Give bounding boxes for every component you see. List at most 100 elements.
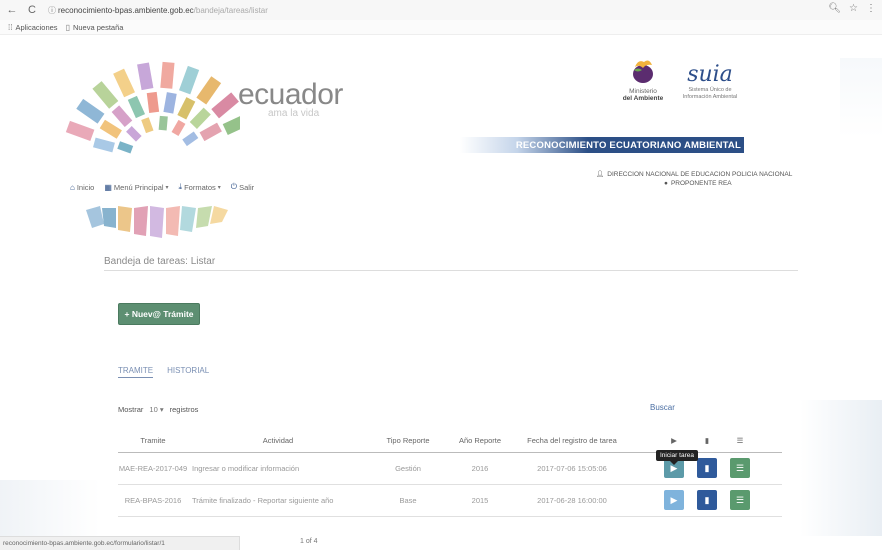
suia-logo-text: suia <box>687 62 733 87</box>
tab-historial[interactable]: HISTORIAL <box>167 366 209 378</box>
document-icon: ▮ <box>704 494 710 505</box>
play-icon: ▶ <box>670 494 678 505</box>
menu-formatos[interactable]: ⤓ Formatos ▾ <box>179 182 221 192</box>
cell-tramite: MAE-REA-2017-049 <box>118 452 188 485</box>
tabs: TRAMITE HISTORIAL <box>118 366 209 378</box>
power-icon: ⏻ <box>230 182 238 191</box>
col-acciones: ▶ ▮ ☰ <box>632 430 782 453</box>
tasks-table: Tramite Actividad Tipo Reporte Año Repor… <box>118 430 782 517</box>
cell-tipo: Gestión <box>368 452 448 485</box>
cell-anio: 2015 <box>448 484 512 517</box>
caret-down-icon: ▾ <box>217 184 221 191</box>
new-tramite-button[interactable]: + Nuev@ Trámite <box>118 303 200 325</box>
menu-formatos-label: Formatos <box>184 182 216 192</box>
list-icon: ☰ <box>735 494 745 505</box>
user-icon: 👤︎ <box>596 171 605 178</box>
search-label: Buscar <box>650 403 675 412</box>
kebab-menu-icon[interactable]: ⋮ <box>866 3 876 14</box>
menu-salir[interactable]: ⏻ Salir <box>231 182 254 192</box>
apps-grid-icon: ⁞⁞ <box>8 22 13 32</box>
view-document-button[interactable]: ▮ <box>697 458 717 478</box>
bookmark-apps-label: Aplicaciones <box>15 22 58 32</box>
main-menu: ⌂ Inicio ▦ Menú Principal ▾ ⤓ Formatos ▾… <box>70 182 254 192</box>
system-banner: RECONOCIMIENTO ECUATORIANO AMBIENTAL <box>460 137 744 153</box>
cell-actividad: Trámite finalizado - Reportar siguiente … <box>188 484 368 517</box>
cell-actividad: Ingresar o modificar información <box>188 452 368 485</box>
ministry-line1: Ministerio <box>629 88 657 95</box>
list-icon: ☰ <box>735 462 745 473</box>
institution-name: DIRECCION NACIONAL DE EDUCACION POLICIA … <box>607 171 793 178</box>
cell-fecha: 2017-07-06 15:05:06 <box>512 452 632 485</box>
row-actions: ▶ ▮ ☰ <box>632 458 782 478</box>
start-task-tooltip: Iniciar tarea <box>656 450 698 465</box>
browser-actions: 🔍︎ ☆ ⋮ <box>828 3 876 14</box>
col-actividad[interactable]: Actividad <box>188 430 368 453</box>
menu-inicio[interactable]: ⌂ Inicio <box>70 183 94 192</box>
ecuador-logo <box>65 61 240 154</box>
url-path: /bandeja/tareas/listar <box>193 5 268 15</box>
table-row: REA-BPAS-2016 Trámite finalizado - Repor… <box>118 484 782 517</box>
cell-actions: ▶ ▮ ☰ <box>632 484 782 517</box>
menu-salir-label: Salir <box>239 182 255 192</box>
url-host: reconocimiento-bpas.ambiente.gob.ec <box>58 5 194 15</box>
cell-actions: ▶ ▮ ☰ <box>632 452 782 485</box>
col-tipo[interactable]: Tipo Reporte <box>368 430 448 453</box>
ministry-logo: Ministerio del Ambiente <box>616 58 670 102</box>
bookmark-new-tab[interactable]: ▯ Nueva pestaña <box>66 23 124 32</box>
cell-anio: 2016 <box>448 452 512 485</box>
menu-principal[interactable]: ▦ Menú Principal ▾ <box>104 183 168 192</box>
suia-subtitle-1: Sistema Único de <box>688 87 732 93</box>
page-length-value: 10 <box>149 405 158 414</box>
brand-name: ecuador <box>238 78 343 111</box>
view-document-button[interactable]: ▮ <box>697 490 717 510</box>
document-header-icon: ▮ <box>704 436 710 446</box>
cell-fecha: 2017-06-28 16:00:00 <box>512 484 632 517</box>
document-icon: ▮ <box>704 462 710 473</box>
suia-logo: suia Sistema Único de Información Ambien… <box>680 62 740 101</box>
star-icon[interactable]: ☆ <box>849 3 858 14</box>
download-icon: ⤓ <box>178 182 183 191</box>
bookmark-apps[interactable]: ⁞⁞ Aplicaciones <box>8 23 58 32</box>
ecuador-logo-reflection <box>86 206 228 238</box>
suia-subtitle-2: Información Ambiental <box>682 94 738 100</box>
list-header-icon: ☰ <box>736 436 744 446</box>
col-fecha[interactable]: Fecha del registro de tarea <box>512 430 632 453</box>
page-length-select[interactable]: 10 ▾ <box>149 405 163 414</box>
reload-icon[interactable]: C <box>24 2 40 18</box>
view-list-button[interactable]: ☰ <box>730 490 750 510</box>
zoom-icon[interactable]: 🔍︎ <box>828 3 841 14</box>
view-list-button[interactable]: ☰ <box>730 458 750 478</box>
page-icon: ▯ <box>65 22 70 32</box>
page-length: Mostrar 10 ▾ registros <box>118 405 198 414</box>
bookmark-new-tab-label: Nueva pestaña <box>72 22 124 32</box>
cell-tipo: Base <box>368 484 448 517</box>
address-bar[interactable]: ⓘ reconocimiento-bpas.ambiente.gob.ec/ban… <box>48 5 268 16</box>
grid-icon: ▦ <box>104 182 112 192</box>
row-actions: ▶ ▮ ☰ <box>632 490 782 510</box>
page-title: Bandeja de tareas: Listar <box>104 256 216 267</box>
brand: ecuador ama la vida <box>238 78 343 119</box>
col-anio[interactable]: Año Reporte <box>448 430 512 453</box>
status-bar: reconocimiento-bpas.ambiente.gob.ec/form… <box>0 536 240 550</box>
col-tramite[interactable]: Tramite <box>118 430 188 453</box>
role-row: ● PROPONENTE REA <box>596 179 836 188</box>
page-length-prefix: Mostrar <box>118 405 144 414</box>
start-task-button[interactable]: ▶ <box>664 490 684 510</box>
page-length-suffix: registros <box>169 405 199 414</box>
background-decoration <box>840 58 882 138</box>
ministry-line2: del Ambiente <box>622 95 664 102</box>
ministry-emblem-icon <box>633 60 653 83</box>
role-icon: ● <box>664 180 668 187</box>
tab-tramite[interactable]: TRAMITE <box>118 366 154 378</box>
browser-toolbar: ← C ⓘ reconocimiento-bpas.ambiente.gob.ec… <box>0 0 882 20</box>
divider <box>104 270 798 271</box>
table-header-row: Tramite Actividad Tipo Reporte Año Repor… <box>118 430 782 453</box>
back-arrow-icon[interactable]: ← <box>4 2 20 18</box>
home-icon: ⌂ <box>70 182 75 192</box>
background-decoration <box>800 400 882 536</box>
caret-down-icon: ▾ <box>165 184 169 191</box>
bookmarks-bar: ⁞⁞ Aplicaciones ▯ Nueva pestaña <box>0 20 882 35</box>
user-info: 👤︎ DIRECCION NACIONAL DE EDUCACION POLIC… <box>596 170 836 188</box>
page-count: 1 of 4 <box>300 538 318 545</box>
cell-tramite: REA-BPAS-2016 <box>118 484 188 517</box>
